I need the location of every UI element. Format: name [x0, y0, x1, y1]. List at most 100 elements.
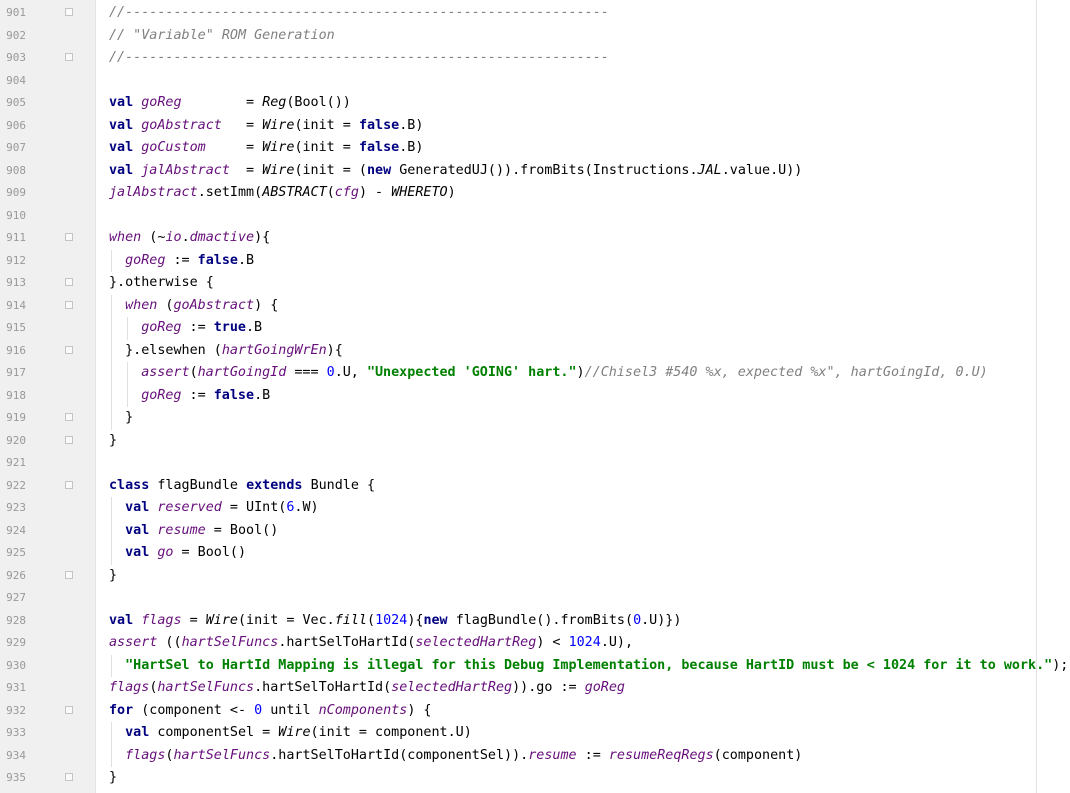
code-line[interactable]: 906 val goAbstract = Wire(init = false.B) [0, 115, 1070, 138]
code-token: hartSelFuncs [157, 680, 255, 695]
fold-end-icon[interactable] [65, 435, 73, 446]
line-number: 933 [6, 726, 26, 739]
code-line[interactable]: 932 for (component <- 0 until nComponents… [0, 700, 1070, 723]
code-token: (init = component.U) [310, 725, 472, 740]
code-line[interactable]: 924 val resume = Bool() [0, 519, 1070, 543]
code-line[interactable]: 934 flags(hartSelFuncs.hartSelToHartId(co… [0, 744, 1070, 767]
code-line[interactable]: 933 val componentSel = Wire(init = compon… [0, 722, 1070, 745]
code-text: val resume = Bool() [125, 520, 278, 543]
code-token: false [358, 117, 400, 133]
code-line[interactable]: 909 jalAbstract.setImm(ABSTRACT(cfg) - WH… [0, 182, 1070, 205]
code-token: (~ [141, 230, 166, 245]
code-token: = Bool() [205, 522, 279, 538]
code-text: goReg := false.B [141, 385, 270, 408]
code-text: jalAbstract.setImm(ABSTRACT(cfg) - WHERE… [109, 182, 456, 205]
code-token: .setImm( [197, 185, 263, 200]
code-line[interactable]: 913}.otherwise { [0, 272, 1070, 295]
fold-start-icon[interactable] [65, 300, 73, 311]
fold-start-icon[interactable] [65, 345, 73, 356]
code-line[interactable]: 935} [0, 767, 1070, 790]
fold-start-icon[interactable] [65, 8, 73, 18]
fold-start-icon[interactable] [65, 278, 73, 288]
code-token: .B [246, 320, 263, 335]
code-token: Wire [262, 162, 295, 178]
code-line[interactable]: 929 assert ((hartSelFuncs.hartSelToHartId… [0, 632, 1070, 655]
code-token: 0 [254, 702, 263, 718]
code-token: 0 [326, 365, 335, 380]
line-number: 912 [6, 253, 26, 267]
code-text: val reserved = UInt(6.W) [125, 497, 319, 520]
fold-end-icon[interactable] [65, 773, 73, 783]
code-text: when (goAbstract) { [125, 295, 278, 318]
code-line[interactable]: 931 flags(hartSelFuncs.hartSelToHartId(se… [0, 677, 1070, 700]
code-line[interactable]: 930 "HartSel to HartId Mapping is illegal… [0, 654, 1070, 677]
code-token: . [181, 230, 190, 245]
code-line[interactable]: 918 goReg := false.B [0, 384, 1070, 408]
code-line[interactable]: 919} [0, 407, 1070, 430]
code-line[interactable]: 926} [0, 565, 1070, 588]
code-token: ){ [407, 612, 424, 628]
indent-guide [111, 542, 112, 565]
code-text: assert ((hartSelFuncs.hartSelToHartId(se… [109, 632, 633, 655]
code-line[interactable]: 911 when (~io.dmactive){ [0, 227, 1070, 250]
fold-start-icon[interactable] [65, 705, 73, 716]
code-line[interactable]: 902 // "Variable" ROM Generation [0, 25, 1070, 48]
code-line[interactable]: 915 goReg := true.B [0, 317, 1070, 340]
fold-start-icon[interactable] [65, 233, 73, 243]
fold-end-icon[interactable] [65, 570, 73, 581]
code-line[interactable]: 921 [0, 452, 1070, 475]
code-token: // "Variable" ROM Generation [109, 27, 335, 43]
code-token: new [423, 612, 456, 628]
code-line[interactable]: 903 //-----------------------------------… [0, 47, 1070, 70]
code-line[interactable]: 907 val goCustom = Wire(init = false.B) [0, 137, 1070, 160]
fold-end-icon[interactable] [65, 413, 73, 423]
code-editor[interactable]: 901 //-----------------------------------… [0, 2, 1070, 790]
code-text: } [109, 430, 117, 453]
code-token: )).go := [512, 680, 585, 695]
fold-end-icon[interactable] [65, 53, 73, 63]
code-token: } [125, 410, 134, 425]
code-token: = [229, 162, 263, 178]
code-token: := [576, 747, 609, 763]
code-text: val flags = Wire(init = Vec.fill(1024){n… [109, 610, 681, 633]
code-token: } [109, 432, 118, 448]
line-number: 903 [6, 51, 26, 64]
code-line[interactable]: 917 assert(hartGoingId === 0.U, "Unexpect… [0, 362, 1070, 385]
indent-guide [111, 497, 112, 520]
code-line[interactable]: 905 val goReg = Reg(Bool()) [0, 92, 1070, 115]
code-token: selectedHartReg [391, 680, 513, 695]
code-token: WHERETO [391, 185, 448, 200]
code-line[interactable]: 916}.elsewhen (hartGoingWrEn){ [0, 339, 1070, 362]
code-line[interactable]: 914 when (goAbstract) { [0, 294, 1070, 318]
code-text: // "Variable" ROM Generation [109, 25, 335, 48]
fold-start-icon[interactable] [65, 480, 73, 491]
code-token: goAbstract [173, 297, 255, 313]
code-line[interactable]: 927 [0, 587, 1070, 610]
line-number: 929 [6, 636, 26, 649]
code-token: 1024 [568, 635, 601, 650]
code-line[interactable]: 920} [0, 430, 1070, 453]
line-number: 920 [6, 433, 26, 447]
code-line[interactable]: 922 class flagBundle extends Bundle { [0, 475, 1070, 498]
code-token: goReg [141, 387, 182, 403]
code-text: val componentSel = Wire(init = component… [125, 722, 472, 745]
code-line[interactable]: 912 goReg := false.B [0, 249, 1070, 272]
code-token: := [181, 387, 214, 403]
code-token: ) < [536, 635, 569, 650]
code-line[interactable]: 908 val jalAbstract = Wire(init = (new Ge… [0, 160, 1070, 183]
code-text: } [109, 565, 117, 588]
indent-guide [111, 339, 112, 362]
code-token: cfg [334, 185, 359, 200]
code-text: flags(hartSelFuncs.hartSelToHartId(selec… [109, 677, 625, 700]
code-token: Wire [262, 117, 295, 133]
code-line[interactable]: 901 //-----------------------------------… [0, 2, 1070, 25]
code-line[interactable]: 923 val reserved = UInt(6.W) [0, 497, 1070, 520]
indent-guide [111, 654, 112, 677]
code-text: goReg := true.B [141, 317, 262, 340]
code-line[interactable]: 925 val go = Bool() [0, 542, 1070, 565]
code-line[interactable]: 910 [0, 205, 1070, 228]
code-line[interactable]: 904 [0, 70, 1070, 93]
code-line[interactable]: 928 val flags = Wire(init = Vec.fill(1024… [0, 610, 1070, 633]
code-token: "HartSel to HartId Mapping is illegal fo… [125, 657, 1053, 673]
line-number: 925 [6, 546, 26, 559]
